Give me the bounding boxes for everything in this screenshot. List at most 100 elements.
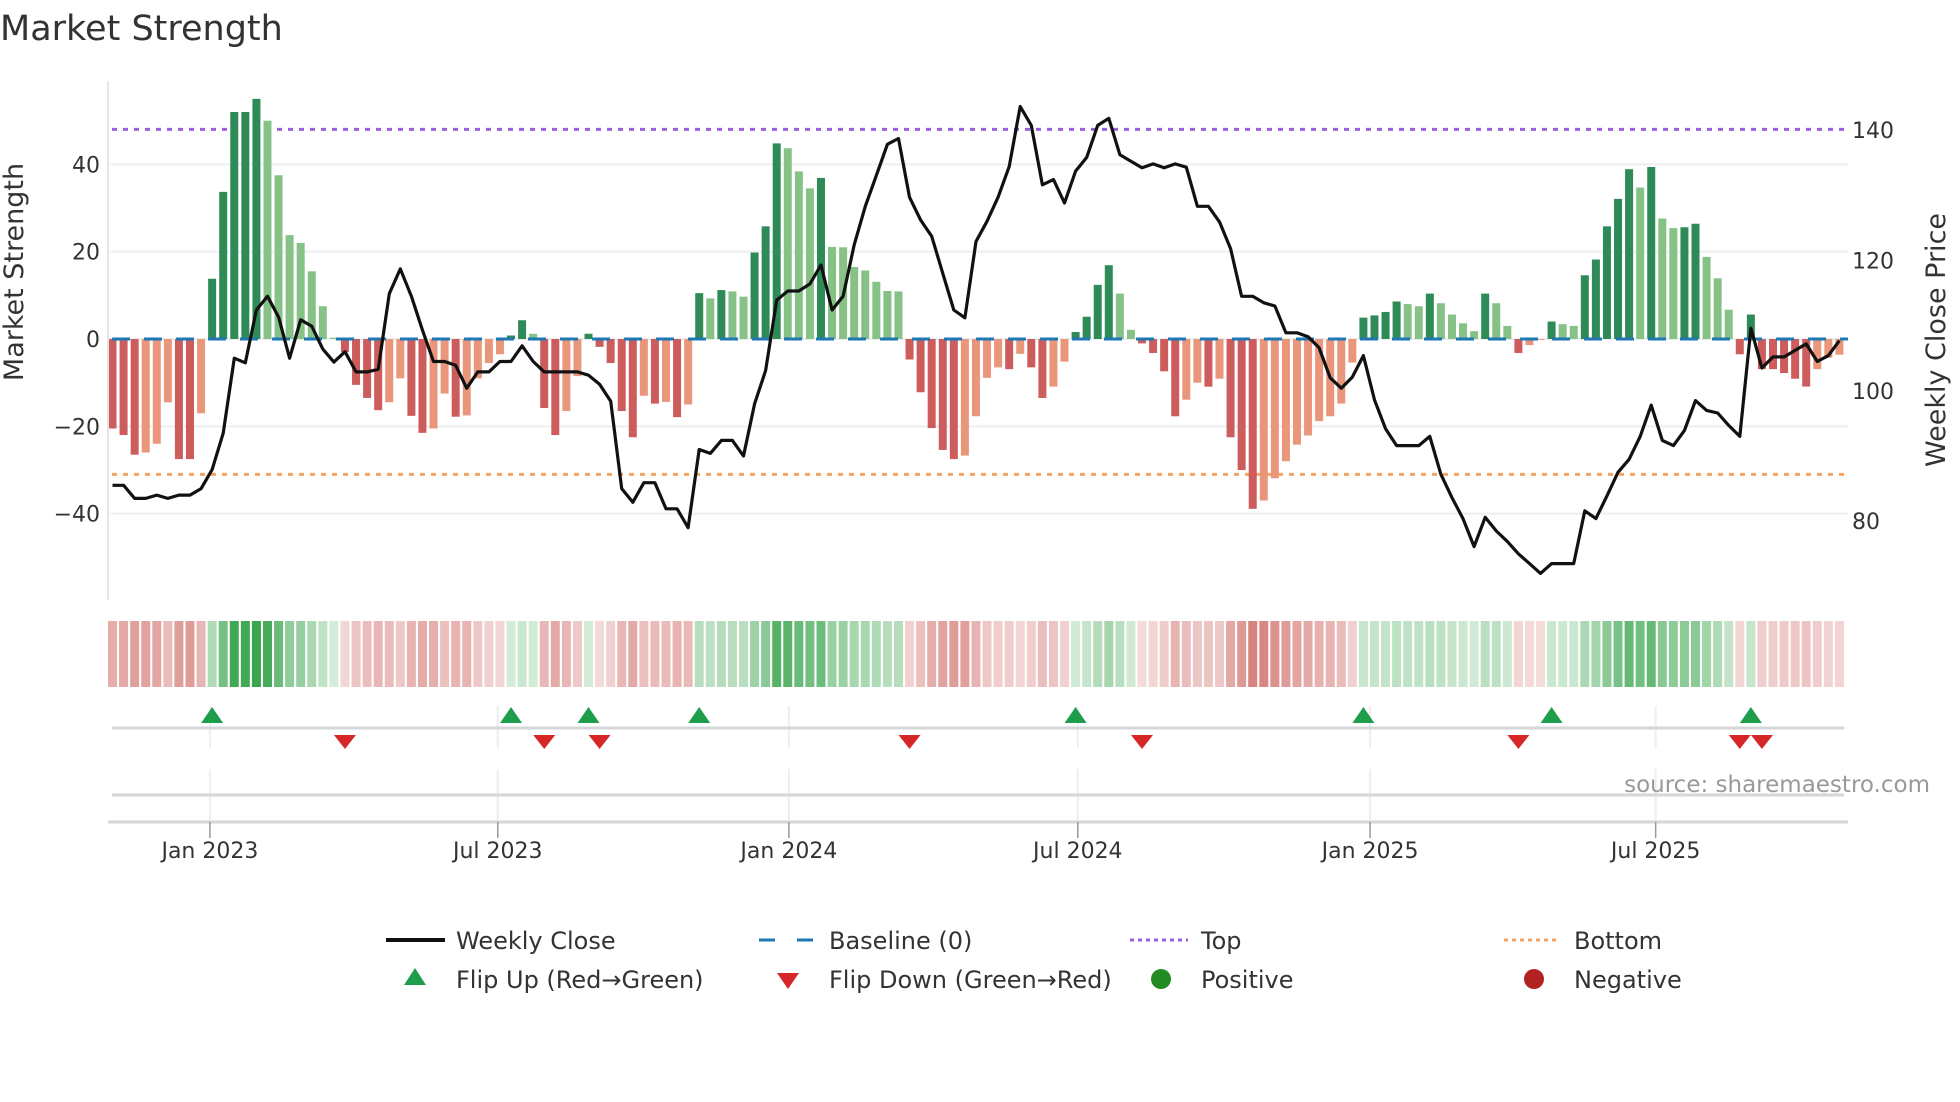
strip-cell: [429, 621, 439, 687]
bar-positive: [1569, 325, 1578, 339]
bar-positive: [1614, 198, 1623, 339]
strip-cell: [406, 621, 416, 687]
bar-positive: [1481, 293, 1490, 339]
bar-negative: [1514, 339, 1523, 353]
strip-cell: [595, 621, 605, 687]
strip-cell: [473, 621, 483, 687]
bar-negative: [1248, 339, 1257, 509]
strip-cell: [827, 621, 837, 687]
flip-up-marker: [1064, 707, 1087, 723]
strip-cell: [716, 621, 726, 687]
strip-cell: [661, 621, 671, 687]
strip-cell: [1624, 621, 1634, 687]
grid: [108, 163, 1848, 822]
bar-negative: [905, 339, 914, 360]
market-strength-chart: Market Strength −40 −20 0 20 40 80 100 120 140 Ja…: [0, 9, 1952, 994]
strip-cell: [694, 621, 704, 687]
x-tick-label: Jan 2025: [1320, 839, 1419, 864]
bar-negative: [185, 339, 194, 460]
bar-negative: [1337, 339, 1346, 404]
strip-cell: [1060, 621, 1070, 687]
strip-cell: [1580, 621, 1590, 687]
bar-negative: [606, 339, 615, 364]
flip-markers: [112, 707, 1844, 797]
bar-negative: [451, 339, 460, 417]
bar-negative: [1182, 339, 1191, 400]
legend-item: Flip Up (Red→Green): [404, 966, 704, 994]
strip-cell: [1336, 621, 1346, 687]
strip-cell: [1026, 621, 1036, 687]
strip-cell: [805, 621, 815, 687]
strip-cell: [340, 621, 350, 687]
x-tick-label: Jul 2025: [1609, 839, 1701, 864]
x-tick-label: Jul 2023: [451, 839, 543, 864]
strip-cell: [916, 621, 926, 687]
bar-positive: [252, 98, 261, 340]
strip-cell: [484, 621, 494, 687]
strip-cell: [1436, 621, 1446, 687]
bar-negative: [1735, 339, 1744, 355]
strip-cell: [816, 621, 826, 687]
strip-cell: [1325, 621, 1335, 687]
bar-positive: [728, 291, 737, 339]
legend-item: Baseline (0): [759, 927, 972, 955]
strip-cell: [860, 621, 870, 687]
bar-positive: [1636, 187, 1645, 339]
strip-cell: [738, 621, 748, 687]
bar-negative: [1160, 339, 1169, 372]
bar-positive: [230, 111, 239, 339]
bar-negative: [994, 339, 1003, 368]
bar-negative: [418, 339, 427, 433]
strip-cell: [218, 621, 228, 687]
bar-negative: [938, 339, 947, 450]
y-axis-title: Market Strength: [0, 163, 30, 381]
bar-negative: [152, 339, 161, 444]
strip-cell: [1215, 621, 1224, 687]
strip-cell: [1702, 621, 1712, 687]
strip-cell: [1369, 621, 1379, 687]
bar-positive: [1702, 256, 1711, 339]
strip-cell: [1248, 621, 1258, 687]
legend-label: Positive: [1201, 966, 1294, 994]
x-tick-label: Jan 2023: [159, 839, 258, 864]
legend-item: Bottom: [1504, 927, 1662, 955]
bar-negative: [174, 339, 183, 460]
flip-up-marker: [500, 707, 523, 723]
bar-positive: [1492, 303, 1501, 339]
strip-cell: [993, 621, 1003, 687]
bar-negative: [1005, 339, 1014, 370]
strip-cell: [274, 621, 284, 687]
bar-negative: [551, 339, 560, 436]
strip-cell: [982, 621, 992, 687]
bar-negative: [1237, 339, 1246, 470]
strip-cell: [1480, 621, 1490, 687]
bar-negative: [639, 339, 648, 396]
strip-cell: [1635, 621, 1645, 687]
flip-up-marker: [1540, 707, 1563, 723]
strip-cell: [871, 621, 881, 687]
strip-cell: [1491, 621, 1501, 687]
bar-positive: [861, 270, 870, 339]
y-tick-label: −20: [54, 415, 100, 440]
strip-cell: [794, 621, 804, 687]
bar-positive: [208, 278, 217, 339]
strip-cell: [384, 621, 394, 687]
bar-positive: [1591, 259, 1600, 339]
bar-positive: [263, 120, 272, 339]
flip-down-marker: [533, 735, 556, 749]
strip-cell: [1458, 621, 1468, 687]
strip-cell: [1137, 621, 1147, 687]
strip-cell: [838, 621, 848, 687]
strip-cell: [550, 621, 560, 687]
bar-positive: [1625, 169, 1634, 339]
strip-cell: [1126, 621, 1136, 687]
legend: Weekly Close Baseline (0) Top Bottom Flip Up…: [386, 927, 1682, 994]
strip-cell: [1170, 621, 1180, 687]
strip-cell: [938, 621, 948, 687]
triangle-up-icon: [404, 968, 426, 985]
strip-cell: [1237, 621, 1247, 687]
flip-up-marker: [201, 707, 224, 723]
bar-negative: [983, 339, 992, 378]
bar-negative: [484, 339, 493, 364]
bar-negative: [1215, 339, 1224, 379]
